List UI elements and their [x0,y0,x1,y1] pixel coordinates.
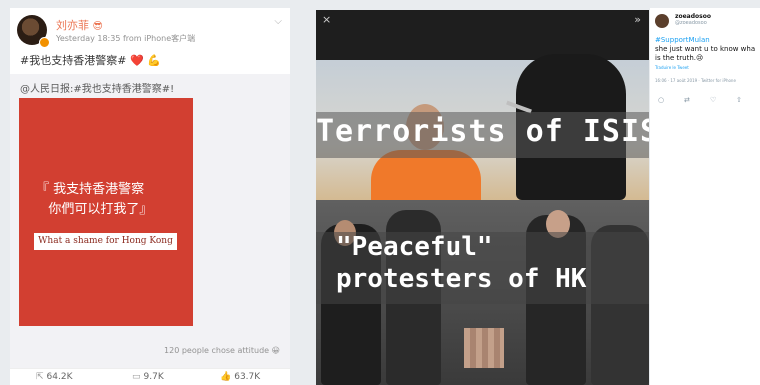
retweet-icon[interactable]: ⇄ [684,96,690,104]
like-count: 63.7K [234,372,261,382]
share-button[interactable]: ⇱ 64.2K [36,372,73,382]
flexed-biceps-icon: 💪 [147,54,161,67]
share-icon: ⇱ [36,372,44,382]
reply-icon[interactable]: ○ [658,96,664,104]
close-icon[interactable]: × [322,13,331,26]
pixelated-face [464,328,504,368]
post-meta: Yesterday 18:35 from iPhone客户端 [56,34,196,43]
meme-caption-bottom-line1: "Peaceful" [336,232,493,262]
forward-icon[interactable]: » [634,13,641,26]
image-caption: What a shame for Hong Kong [34,233,177,250]
tweet-timestamp[interactable]: 16:06 · 17 août 2019 · Twitter for iPhon… [655,78,736,83]
translate-link[interactable]: Traduire le Tweet [655,65,689,70]
share-count: 64.2K [46,372,73,382]
avatar[interactable] [655,14,669,28]
comment-count: 9.7K [143,372,164,382]
like-icon[interactable]: ♡ [710,96,716,104]
attitude-text: 120 people chose attitude [164,346,270,355]
image-headline: 『 我支持香港警察 你們可以打我了』 [36,182,153,217]
username-text[interactable]: 刘亦菲 [56,19,89,32]
share-icon[interactable]: ⇧ [736,96,742,104]
comment-button[interactable]: ▭ 9.7K [132,372,164,382]
action-bar: ⇱ 64.2K ▭ 9.7K 👍 63.7K [10,368,290,385]
meme-image-viewer: × » Terrorists of ISIS "Peaceful" protes… [316,10,649,385]
hashtag-link[interactable]: #我也支持香港警察# [20,54,126,67]
sunglasses-emoji-icon: 😎 [92,21,103,32]
like-button[interactable]: 👍 63.7K [220,372,260,382]
like-icon: 👍 [220,372,232,382]
attitude-summary[interactable]: 120 people chose attitude 😀 [164,346,280,355]
tweet-panel: zoeadosoo @zoeadosoo #SupportMulan she j… [650,8,760,385]
repost-text[interactable]: @人民日报:#我也支持香港警察#! [20,80,174,95]
tweet-action-bar: ○ ⇄ ♡ ⇧ [658,96,760,106]
verified-badge-icon [39,37,50,48]
username[interactable]: 刘亦菲 😎 [56,17,103,33]
meme-caption-top: Terrorists of ISIS [316,114,649,149]
meme-caption-bottom-line2: protesters of HK [336,264,587,294]
viewer-toolbar [316,10,649,60]
chevron-down-icon[interactable]: ⌵ [274,16,282,27]
comment-icon: ▭ [132,372,141,382]
post-text: #我也支持香港警察# ❤️ 💪 [20,52,161,68]
tweet-author-name[interactable]: zoeadosoo [675,13,711,20]
smile-emoji-icon: 😀 [271,346,280,355]
heart-icon: ❤️ [129,54,144,67]
hashtag-link[interactable]: #SupportMulan [655,36,710,44]
weibo-post-panel: 刘亦菲 😎 Yesterday 18:35 from iPhone客户端 ⌵ #… [10,8,290,385]
tweet-text: she just want u to know wha is the truth… [655,45,756,62]
tweet-author-handle[interactable]: @zoeadosoo [675,20,707,26]
